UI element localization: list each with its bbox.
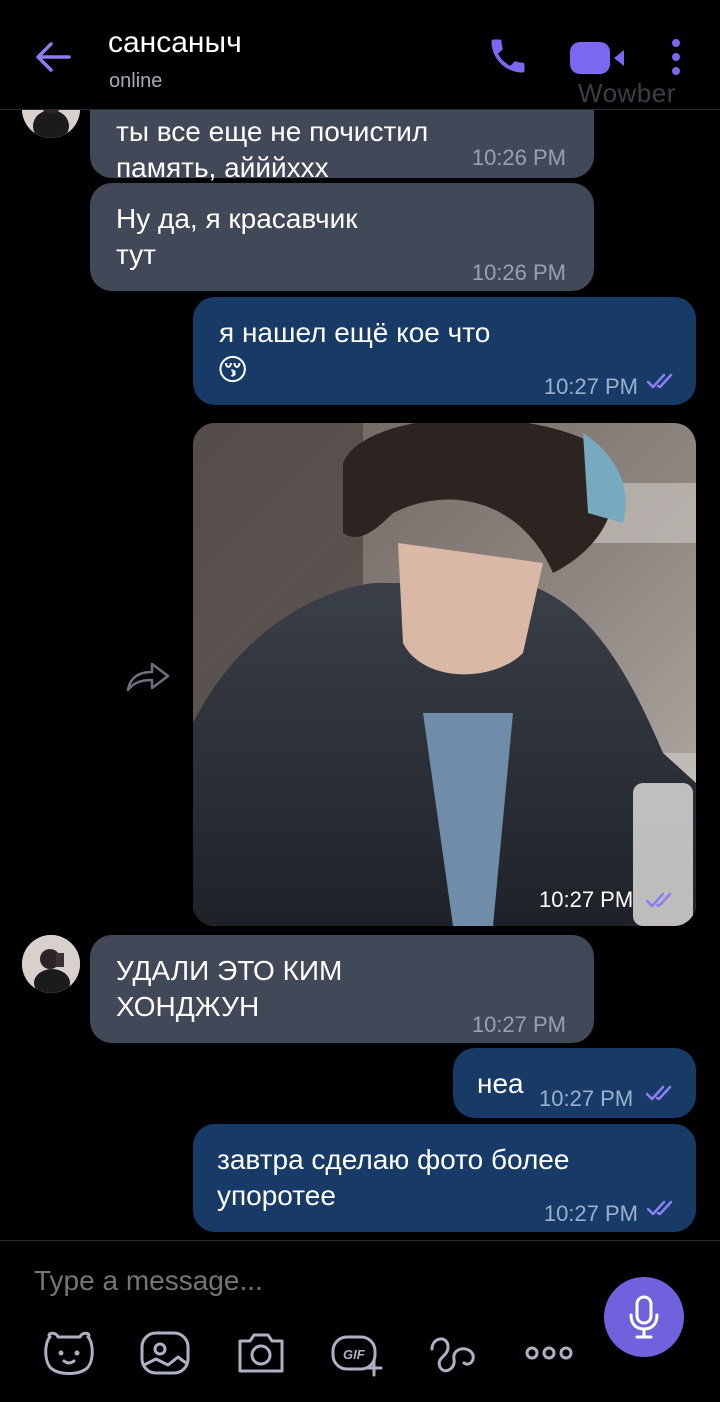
- photo-message[interactable]: 10:27 PM: [193, 423, 696, 926]
- outgoing-message[interactable]: завтра сделаю фото более упоротее 10:27 …: [193, 1124, 696, 1232]
- more-options-icon[interactable]: [522, 1329, 576, 1377]
- message-text: завтра сделаю фото более упоротее: [217, 1144, 570, 1211]
- message-list[interactable]: ты все еще не почистил память, айййххх 1…: [0, 110, 720, 1240]
- photo-image: [193, 423, 696, 926]
- doodle-icon[interactable]: [426, 1329, 480, 1377]
- message-time: 10:27 PM: [471, 1012, 566, 1037]
- chat-header: сансаныч online Wowber: [0, 0, 720, 110]
- back-arrow-icon[interactable]: [30, 34, 76, 80]
- incoming-message[interactable]: УДАЛИ ЭТО КИМ ХОНДЖУН 10:27 PM: [90, 935, 594, 1043]
- message-text: я нашел ещё кое что: [219, 317, 491, 348]
- read-receipt-icon: [645, 1085, 672, 1101]
- message-time: 10:26 PM: [471, 145, 566, 170]
- image-icon[interactable]: [138, 1329, 192, 1377]
- photo-time: 10:27 PM: [539, 887, 634, 912]
- gif-label: GIF: [343, 1347, 366, 1362]
- message-time: 10:26 PM: [471, 260, 566, 285]
- sticker-icon[interactable]: [42, 1329, 96, 1377]
- forward-icon[interactable]: [124, 658, 172, 694]
- video-call-icon[interactable]: [568, 38, 630, 78]
- outgoing-message[interactable]: я нашел ещё кое что 😚 10:27 PM: [193, 297, 696, 405]
- kissing-emoji: 😚: [217, 354, 249, 387]
- camera-icon[interactable]: [234, 1329, 288, 1377]
- overflow-menu-icon[interactable]: [662, 36, 690, 78]
- message-input[interactable]: [34, 1261, 554, 1301]
- message-text: ты все еще не почистил память, айййххх: [116, 116, 429, 183]
- incoming-message[interactable]: Ну да, я красавчик тут 10:26 PM: [90, 183, 594, 291]
- read-receipt-icon: [646, 373, 673, 389]
- message-time: 10:27 PM: [539, 1086, 634, 1111]
- message-text: УДАЛИ ЭТО КИМ ХОНДЖУН: [116, 955, 343, 1022]
- phone-call-icon[interactable]: [486, 34, 530, 78]
- contact-avatar[interactable]: [22, 110, 80, 138]
- read-receipt-icon: [646, 1200, 673, 1216]
- microphone-button[interactable]: [604, 1277, 684, 1357]
- incoming-message[interactable]: ты все еще не почистил память, айййххх 1…: [90, 110, 594, 183]
- gif-icon[interactable]: GIF: [330, 1329, 384, 1377]
- message-text: Ну да, я красавчик тут: [116, 203, 358, 270]
- contact-name[interactable]: сансаныч: [108, 26, 242, 60]
- message-text: неа: [477, 1068, 524, 1099]
- message-time: 10:27 PM: [543, 1201, 638, 1226]
- message-time: 10:27 PM: [543, 374, 638, 399]
- contact-avatar[interactable]: [22, 935, 80, 993]
- read-receipt-icon: [645, 892, 672, 908]
- microphone-icon: [629, 1295, 659, 1339]
- message-composer: GIF: [0, 1240, 720, 1402]
- contact-status: online: [109, 70, 163, 92]
- outgoing-message[interactable]: неа 10:27 PM: [453, 1048, 696, 1118]
- watermark-text: Wowber: [578, 78, 676, 108]
